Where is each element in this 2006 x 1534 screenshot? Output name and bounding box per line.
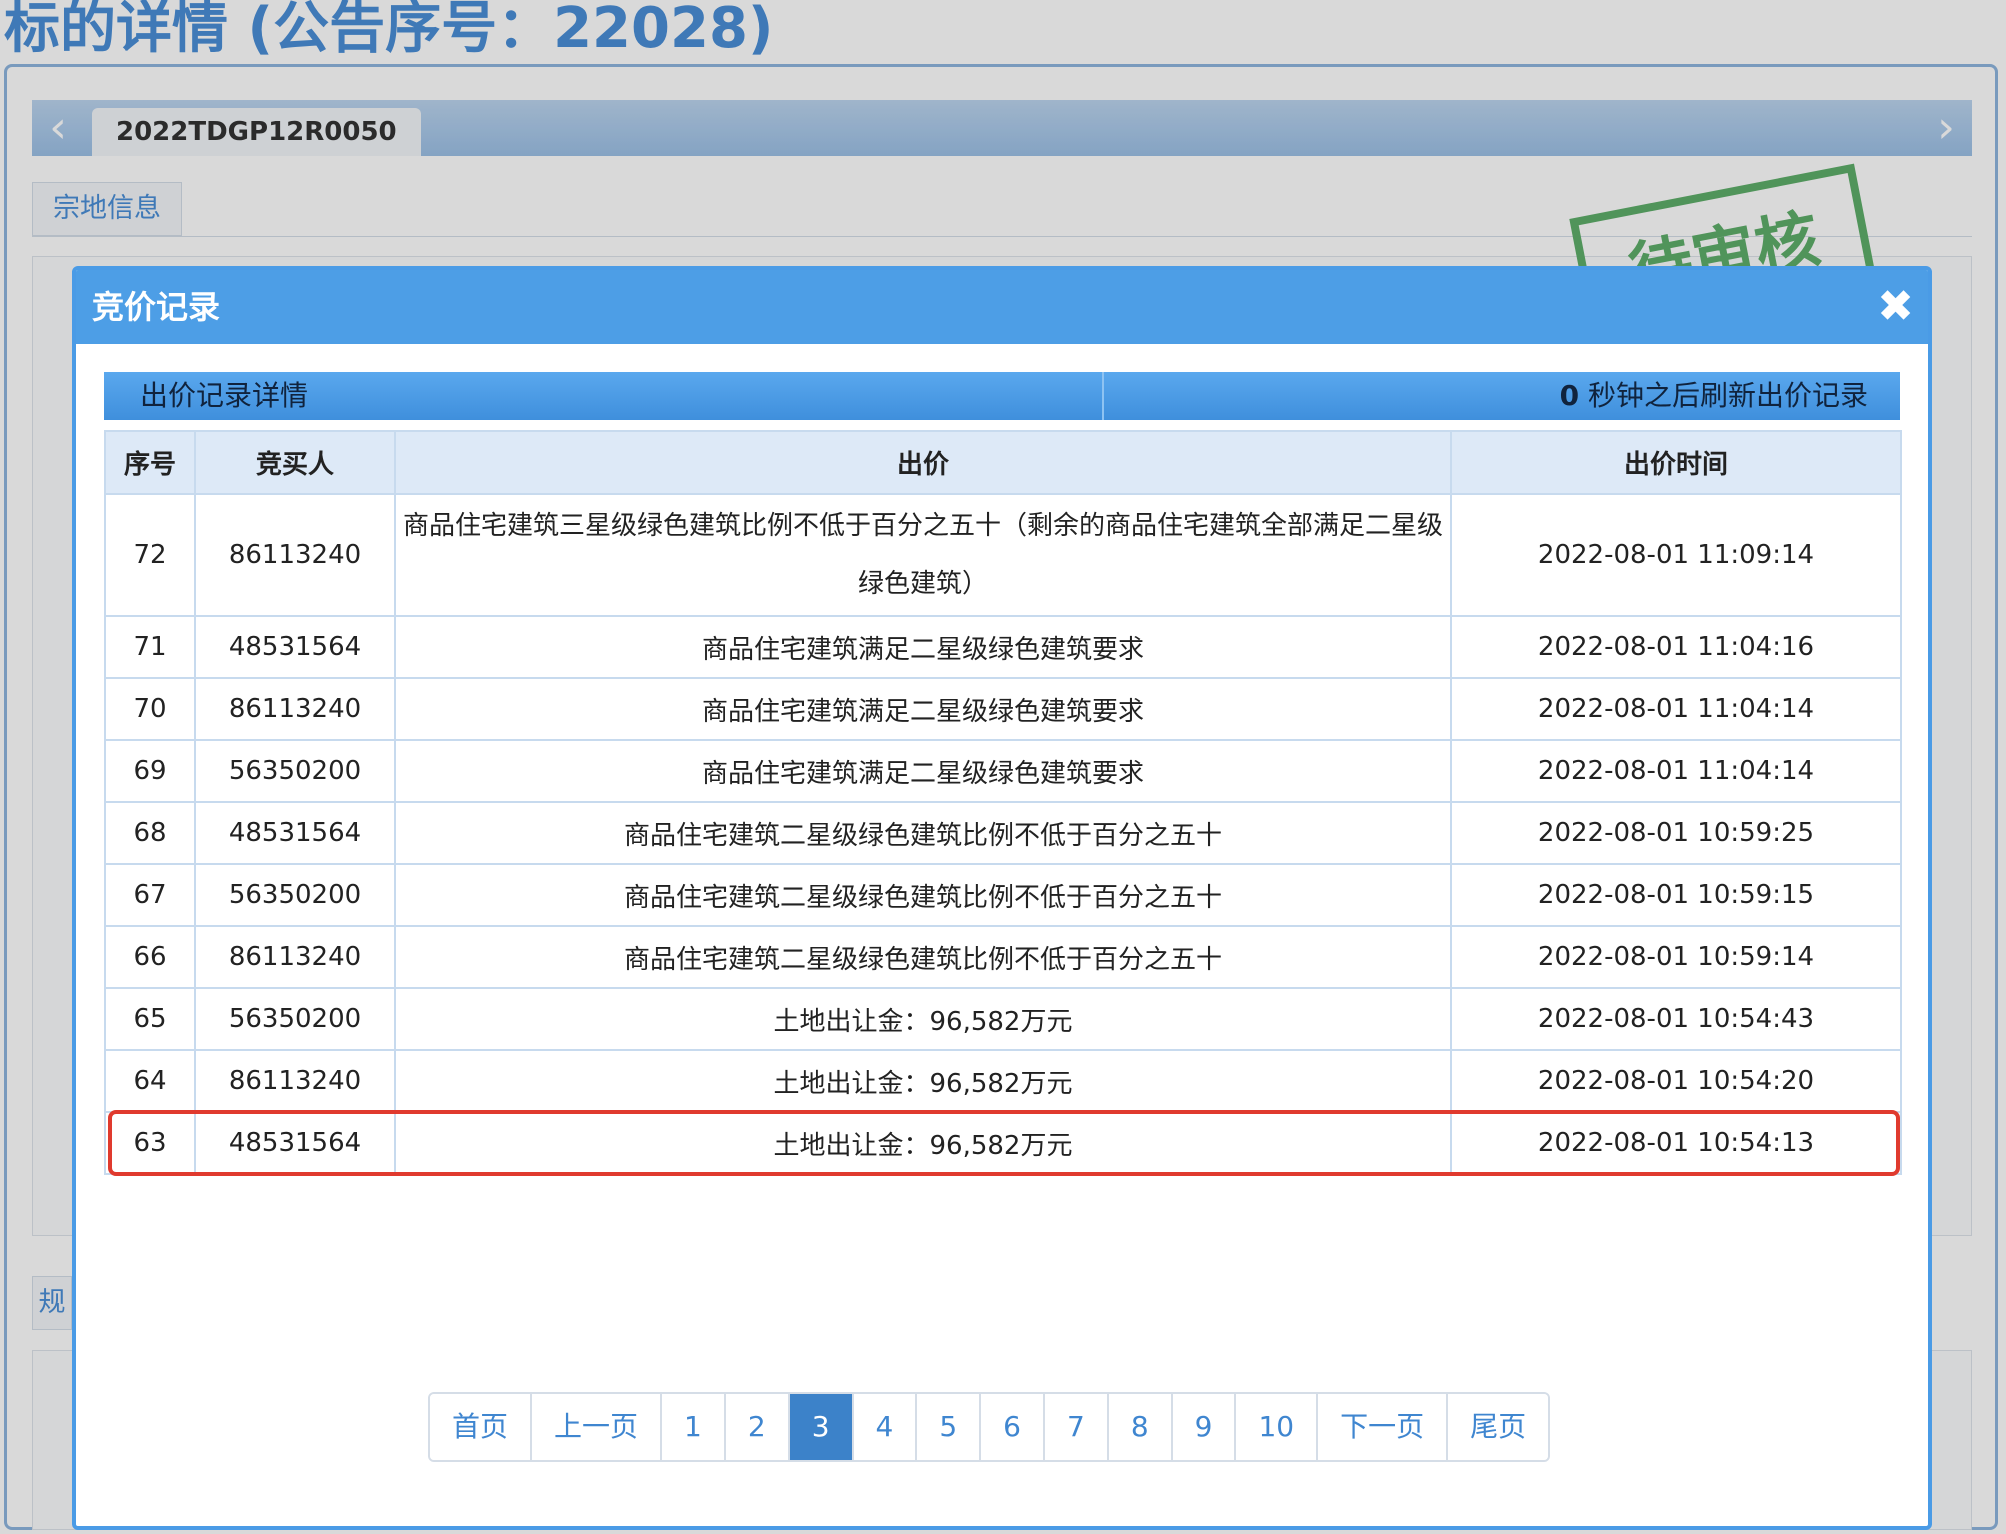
modal-header: 竞价记录 ✖ bbox=[76, 270, 1928, 344]
modal-title: 竞价记录 bbox=[92, 288, 221, 326]
page-next-button[interactable]: 下一页 bbox=[1316, 1394, 1447, 1460]
cell-bid: 商品住宅建筑满足二星级绿色建筑要求 bbox=[394, 739, 1452, 803]
page-6-button[interactable]: 6 bbox=[979, 1394, 1043, 1460]
cell-time: 2022-08-01 10:59:14 bbox=[1450, 925, 1902, 989]
cell-time: 2022-08-01 10:59:25 bbox=[1450, 801, 1902, 865]
column-header-time: 出价时间 bbox=[1450, 430, 1902, 495]
subheader-divider bbox=[1102, 372, 1104, 420]
cell-seq: 68 bbox=[104, 801, 196, 865]
table-row: 64 86113240 土地出让金：96,582万元 2022-08-01 10… bbox=[104, 1049, 1902, 1113]
cell-bidder: 86113240 bbox=[194, 493, 396, 617]
page-3-button[interactable]: 3 bbox=[787, 1394, 852, 1460]
table-row: 72 86113240 商品住宅建筑三星级绿色建筑比例不低于百分之五十（剩余的商… bbox=[104, 493, 1902, 617]
column-header-bidder: 竞买人 bbox=[194, 430, 396, 495]
records-subheader-title: 出价记录详情 bbox=[140, 379, 309, 412]
close-icon[interactable]: ✖ bbox=[1877, 270, 1914, 344]
table-header-row: 序号 竞买人 出价 出价时间 bbox=[104, 430, 1902, 495]
cell-bid: 商品住宅建筑满足二星级绿色建筑要求 bbox=[394, 677, 1452, 741]
page-7-button[interactable]: 7 bbox=[1043, 1394, 1107, 1460]
table-row: 71 48531564 商品住宅建筑满足二星级绿色建筑要求 2022-08-01… bbox=[104, 615, 1902, 679]
cell-time: 2022-08-01 11:04:16 bbox=[1450, 615, 1902, 679]
cell-seq: 72 bbox=[104, 493, 196, 617]
page-5-button[interactable]: 5 bbox=[915, 1394, 980, 1460]
cell-seq: 71 bbox=[104, 615, 196, 679]
cell-time: 2022-08-01 11:09:14 bbox=[1450, 493, 1902, 617]
cell-seq: 63 bbox=[104, 1111, 196, 1175]
cell-seq: 67 bbox=[104, 863, 196, 927]
table-row: 68 48531564 商品住宅建筑二星级绿色建筑比例不低于百分之五十 2022… bbox=[104, 801, 1902, 865]
page-first-button[interactable]: 首页 bbox=[430, 1394, 531, 1460]
cell-bidder: 86113240 bbox=[194, 677, 396, 741]
table-row: 67 56350200 商品住宅建筑二星级绿色建筑比例不低于百分之五十 2022… bbox=[104, 863, 1902, 927]
cell-bid: 商品住宅建筑二星级绿色建筑比例不低于百分之五十 bbox=[394, 863, 1452, 927]
cell-bid: 商品住宅建筑三星级绿色建筑比例不低于百分之五十（剩余的商品住宅建筑全部满足二星级… bbox=[394, 493, 1452, 617]
cell-bidder: 56350200 bbox=[194, 987, 396, 1051]
refresh-seconds: 0 bbox=[1559, 379, 1580, 412]
cell-bidder: 86113240 bbox=[194, 925, 396, 989]
page-4-button[interactable]: 4 bbox=[851, 1394, 916, 1460]
cell-time: 2022-08-01 11:04:14 bbox=[1450, 677, 1902, 741]
table-row: 69 56350200 商品住宅建筑满足二星级绿色建筑要求 2022-08-01… bbox=[104, 739, 1902, 803]
cell-seq: 70 bbox=[104, 677, 196, 741]
cell-time: 2022-08-01 10:59:15 bbox=[1450, 863, 1902, 927]
cell-bidder: 48531564 bbox=[194, 801, 396, 865]
cell-time: 2022-08-01 10:54:43 bbox=[1450, 987, 1902, 1051]
cell-bidder: 48531564 bbox=[194, 615, 396, 679]
cell-bid: 商品住宅建筑满足二星级绿色建筑要求 bbox=[394, 615, 1452, 679]
cell-bidder: 48531564 bbox=[194, 1111, 396, 1175]
column-header-bid: 出价 bbox=[394, 430, 1452, 495]
records-subheader: 出价记录详情 0 秒钟之后刷新出价记录 bbox=[104, 372, 1900, 420]
refresh-countdown: 0 秒钟之后刷新出价记录 bbox=[1560, 372, 1868, 420]
bid-records-table: 序号 竞买人 出价 出价时间 72 86113240 商品住宅建筑三星级绿色建筑… bbox=[104, 430, 1902, 1175]
cell-bid: 商品住宅建筑二星级绿色建筑比例不低于百分之五十 bbox=[394, 801, 1452, 865]
cell-bid: 土地出让金：96,582万元 bbox=[394, 987, 1452, 1051]
cell-bid: 土地出让金：96,582万元 bbox=[394, 1111, 1452, 1175]
cell-seq: 65 bbox=[104, 987, 196, 1051]
cell-seq: 64 bbox=[104, 1049, 196, 1113]
pagination: 首页 上一页 1 2 3 4 5 6 7 8 9 10 下一页 尾页 bbox=[428, 1392, 1551, 1462]
page-2-button[interactable]: 2 bbox=[723, 1394, 788, 1460]
page-1-button[interactable]: 1 bbox=[660, 1394, 724, 1460]
cell-bid: 土地出让金：96,582万元 bbox=[394, 1049, 1452, 1113]
cell-seq: 66 bbox=[104, 925, 196, 989]
cell-bidder: 56350200 bbox=[194, 863, 396, 927]
table-row: 70 86113240 商品住宅建筑满足二星级绿色建筑要求 2022-08-01… bbox=[104, 677, 1902, 741]
cell-bidder: 56350200 bbox=[194, 739, 396, 803]
table-row: 65 56350200 土地出让金：96,582万元 2022-08-01 10… bbox=[104, 987, 1902, 1051]
page-prev-button[interactable]: 上一页 bbox=[530, 1394, 661, 1460]
bid-record-modal: 竞价记录 ✖ 出价记录详情 0 秒钟之后刷新出价记录 序号 竞买人 出价 出价时… bbox=[72, 266, 1932, 1530]
cell-time: 2022-08-01 10:54:20 bbox=[1450, 1049, 1902, 1113]
column-header-seq: 序号 bbox=[104, 430, 196, 495]
table-row: 66 86113240 商品住宅建筑二星级绿色建筑比例不低于百分之五十 2022… bbox=[104, 925, 1902, 989]
cell-time: 2022-08-01 11:04:14 bbox=[1450, 739, 1902, 803]
cell-bidder: 86113240 bbox=[194, 1049, 396, 1113]
cell-seq: 69 bbox=[104, 739, 196, 803]
cell-bid: 商品住宅建筑二星级绿色建筑比例不低于百分之五十 bbox=[394, 925, 1452, 989]
page-9-button[interactable]: 9 bbox=[1170, 1394, 1235, 1460]
table-row-highlighted: 63 48531564 土地出让金：96,582万元 2022-08-01 10… bbox=[104, 1111, 1902, 1175]
cell-time: 2022-08-01 10:54:13 bbox=[1450, 1111, 1902, 1175]
page-10-button[interactable]: 10 bbox=[1234, 1394, 1317, 1460]
page-last-button[interactable]: 尾页 bbox=[1446, 1394, 1549, 1460]
page-8-button[interactable]: 8 bbox=[1106, 1394, 1171, 1460]
refresh-text: 秒钟之后刷新出价记录 bbox=[1579, 379, 1868, 412]
